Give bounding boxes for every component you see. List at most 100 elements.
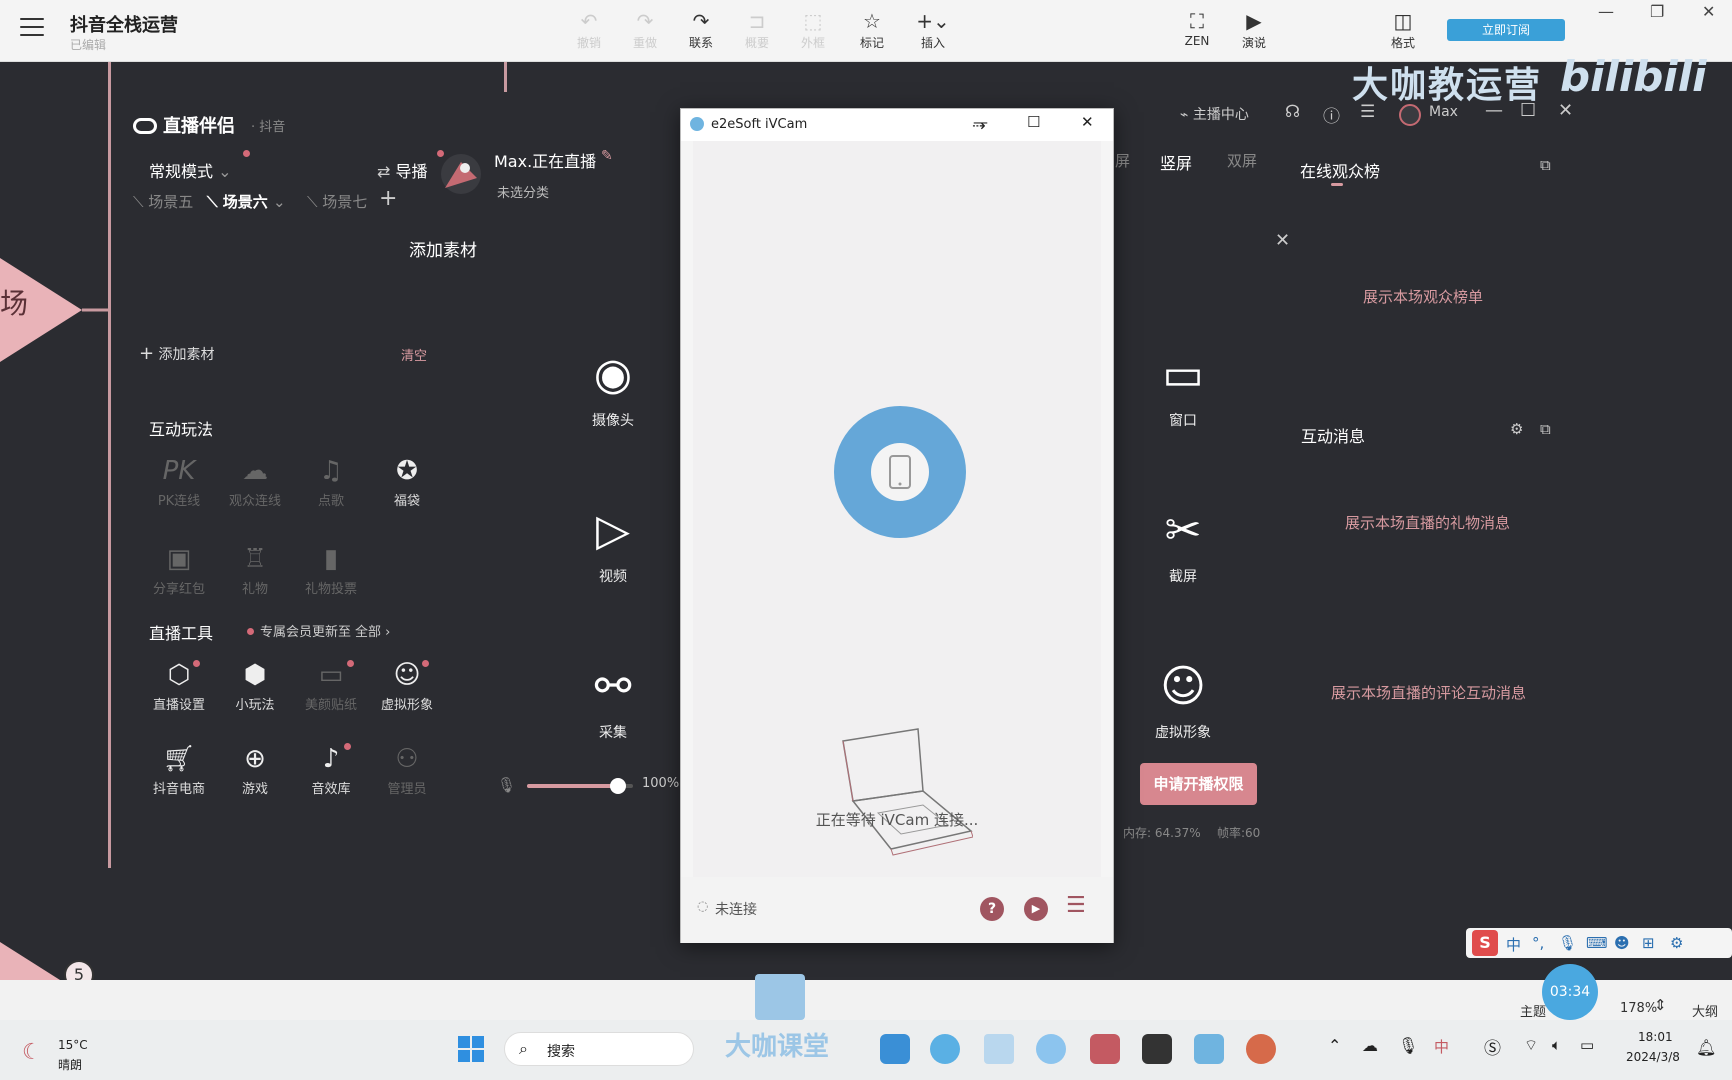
keyboard-icon[interactable]: ⌨ <box>1586 934 1608 952</box>
broadcast-button[interactable]: ⇄ 导播 <box>377 158 428 182</box>
live-settings-button[interactable]: ⬡ 直播设置 <box>139 656 219 713</box>
menu-icon[interactable] <box>20 18 44 38</box>
scene-tab[interactable]: ⟍ 场景七 <box>307 191 367 212</box>
gift-button[interactable]: ♖ 礼物 <box>215 540 295 597</box>
redo-button[interactable]: ↷ 重做 <box>618 8 672 51</box>
tools-all-link[interactable]: 全部 › <box>355 621 390 640</box>
minimize-icon[interactable]: — <box>1485 100 1503 121</box>
sound-effect-button[interactable]: ♪ 音效库 <box>291 740 371 797</box>
vote-button[interactable]: ▮ 礼物投票 <box>291 540 371 597</box>
subscribe-button[interactable]: 立即订阅 <box>1447 19 1565 41</box>
settings-icon[interactable]: ⚙ <box>1510 420 1523 438</box>
pk-button[interactable]: PK PK连线 <box>139 452 219 509</box>
clear-button[interactable]: 清空 <box>401 345 427 364</box>
zoom-level[interactable]: 178% <box>1620 1001 1657 1016</box>
undo-button[interactable]: ↶ 撤销 <box>562 8 616 51</box>
video-source-button[interactable]: ▷ 视频 <box>553 496 673 586</box>
window-source-button[interactable]: ▭ 窗口 <box>1123 340 1243 430</box>
landscape-tab[interactable]: 屏 <box>1115 150 1130 171</box>
close-icon[interactable]: ✕ <box>1702 2 1715 21</box>
microphone-icon[interactable]: 🎙︎ <box>1558 934 1577 952</box>
chevron-up-icon[interactable]: ⌃ <box>1328 1036 1341 1055</box>
beauty-button[interactable]: ▭ 美颜贴纸 <box>291 656 371 713</box>
app-icon-chat[interactable] <box>930 1034 960 1064</box>
mark-button[interactable]: ☆ 标记 <box>845 8 899 51</box>
screenshot-source-button[interactable]: ✂ 截屏 <box>1123 496 1243 586</box>
microphone-icon[interactable]: 🎙︎ <box>497 776 516 794</box>
zoom-stepper-icon[interactable]: ⇕ <box>1654 996 1667 1014</box>
ecommerce-button[interactable]: 🛒︎ 抖音电商 <box>139 740 219 797</box>
link-button[interactable]: ↷ 联系 <box>674 8 728 51</box>
help-icon[interactable]: ? <box>980 897 1004 921</box>
mindmap-node-label[interactable]: 场 <box>0 282 28 322</box>
close-icon[interactable]: ✕ <box>1558 100 1573 121</box>
close-icon[interactable]: ✕ <box>1081 113 1094 131</box>
audience-link-button[interactable]: ☁ 观众连线 <box>215 452 295 509</box>
user-avatar[interactable] <box>1399 104 1421 126</box>
sogou-tray-icon[interactable]: Ⓢ <box>1484 1034 1501 1059</box>
avatar-tool-button[interactable]: ☺ 虚拟形象 <box>367 656 447 713</box>
help-icon[interactable]: ⓘ <box>1323 102 1340 127</box>
menu-icon[interactable]: ☰ <box>1360 102 1375 122</box>
scene-tab-active[interactable]: ⟍ 场景六 ⌄ <box>207 191 286 212</box>
maximize-icon[interactable]: ☐ <box>1027 113 1040 131</box>
clock-time[interactable]: 18:01 <box>1638 1030 1673 1044</box>
notification-bell-icon[interactable]: 🔔︎ <box>1696 1038 1716 1057</box>
weather-description[interactable]: 晴朗 <box>58 1056 82 1073</box>
admin-button[interactable]: ⚇ 管理员 <box>367 740 447 797</box>
timer-badge[interactable]: 03:34 <box>1542 964 1598 1020</box>
game-button[interactable]: ⊕ 游戏 <box>215 740 295 797</box>
popout-icon[interactable]: ⧉ <box>1540 156 1551 174</box>
virtual-avatar-source-button[interactable]: ☺ 虚拟形象 <box>1123 652 1243 742</box>
maximize-icon[interactable]: ☐ <box>1520 100 1536 121</box>
lucky-bag-button[interactable]: ✪ 福袋 <box>367 452 447 509</box>
volume-icon[interactable]: 🔈︎ <box>1552 1036 1561 1054</box>
add-scene-icon[interactable]: + <box>379 186 397 211</box>
microphone-icon[interactable]: 🎙︎ <box>1398 1036 1418 1055</box>
live-companion-taskbar-icon[interactable] <box>1142 1034 1172 1064</box>
capture-source-button[interactable]: ⚯ 采集 <box>553 652 673 742</box>
volume-slider[interactable] <box>527 778 633 794</box>
present-button[interactable]: ▶ 演说 <box>1227 8 1281 51</box>
zen-button[interactable]: ⛶ ZEN <box>1170 8 1224 48</box>
settings-icon[interactable]: ⚙ <box>1670 934 1683 952</box>
app-icon-bubble[interactable] <box>1036 1034 1066 1064</box>
category-label[interactable]: 未选分类 <box>497 182 549 201</box>
popout-icon[interactable]: ⧉ <box>1540 420 1551 438</box>
volume-knob[interactable] <box>610 778 627 794</box>
ivcam-taskbar-icon[interactable] <box>1194 1034 1224 1064</box>
close-panel-icon[interactable]: ✕ <box>1275 230 1290 251</box>
ime-language[interactable]: 中 <box>1506 934 1521 955</box>
headset-icon[interactable]: ☊ <box>1285 102 1300 122</box>
outline-button[interactable]: 大纲 <box>1692 1001 1718 1020</box>
frame-button[interactable]: ⬚ 外框 <box>786 8 840 51</box>
windows-start-icon[interactable] <box>458 1036 484 1062</box>
wifi-icon[interactable]: ⌔ <box>1524 1036 1538 1055</box>
add-material-button[interactable]: + 添加素材 <box>139 343 215 364</box>
play-icon[interactable]: ▶ <box>1024 897 1048 921</box>
music-button[interactable]: ♫ 点歌 <box>291 452 371 509</box>
format-button[interactable]: ◫ 格式 <box>1376 8 1430 51</box>
mini-game-button[interactable]: ⬢ 小玩法 <box>215 656 295 713</box>
restore-icon[interactable]: ❐ <box>1650 2 1664 21</box>
menu-icon[interactable]: ☰ <box>1066 893 1086 918</box>
dual-screen-tab[interactable]: 双屏 <box>1227 150 1257 171</box>
browser-icon[interactable] <box>1246 1034 1276 1064</box>
mode-dropdown[interactable]: 常规模式 ⌄ <box>149 158 232 182</box>
app-icon-red[interactable] <box>1090 1034 1120 1064</box>
clock-date[interactable]: 2024/3/8 <box>1626 1050 1680 1064</box>
scene-tab[interactable]: ⟍ 场景五 <box>133 191 193 212</box>
streamer-avatar[interactable] <box>435 148 487 200</box>
minimize-icon[interactable]: — <box>1598 2 1614 21</box>
app-icon-blue[interactable] <box>880 1034 910 1064</box>
document-title[interactable]: 抖音全栈运营 <box>70 11 178 37</box>
user-name[interactable]: Max <box>1429 104 1458 120</box>
portrait-tab[interactable]: 竖屏 <box>1160 150 1192 174</box>
theme-button[interactable]: 主题 <box>1520 1001 1546 1020</box>
webcam-source-button[interactable]: ◉ 摄像头 <box>553 340 673 430</box>
taskbar-search[interactable]: ⌕ 搜索 <box>504 1032 694 1066</box>
apply-live-permission-button[interactable]: 申请开播权限 <box>1140 763 1257 805</box>
toolbox-icon[interactable]: ⊞ <box>1642 934 1655 952</box>
skin-icon[interactable]: ☻ <box>1614 934 1630 952</box>
file-explorer-icon[interactable] <box>984 1034 1014 1064</box>
